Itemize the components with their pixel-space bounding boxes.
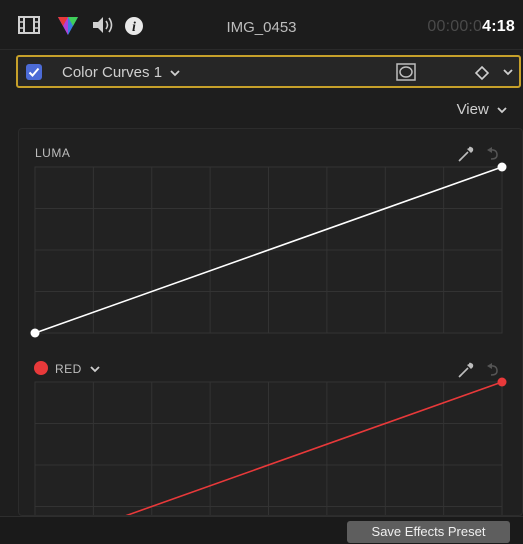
timecode: 00:00:04:18 — [427, 18, 515, 36]
view-menu-button[interactable]: View — [457, 101, 507, 118]
effect-name-dropdown[interactable]: Color Curves 1 — [62, 64, 180, 81]
chevron-down-icon — [170, 64, 180, 81]
keyframe-diamond-icon[interactable] — [474, 65, 490, 86]
timecode-dim: 00:00:0 — [427, 18, 483, 35]
curves-panel: LUMA RED — [18, 128, 523, 516]
effect-enable-checkbox[interactable] — [26, 64, 42, 80]
red-white-point-handle[interactable] — [497, 377, 507, 387]
mask-icon[interactable] — [396, 63, 416, 86]
red-curve-graph[interactable] — [19, 129, 523, 516]
effect-name: Color Curves 1 — [62, 64, 163, 81]
inspector-footer: Save Effects Preset — [0, 516, 523, 544]
timecode-lit: 4:18 — [482, 18, 515, 35]
chevron-down-icon[interactable] — [502, 65, 514, 84]
save-effects-preset-button[interactable]: Save Effects Preset — [347, 521, 510, 543]
effect-row[interactable]: Color Curves 1 — [16, 55, 521, 88]
chevron-down-icon — [497, 101, 507, 118]
inspector-header: i IMG_0453 00:00:04:18 — [0, 0, 523, 50]
view-label: View — [456, 101, 489, 118]
